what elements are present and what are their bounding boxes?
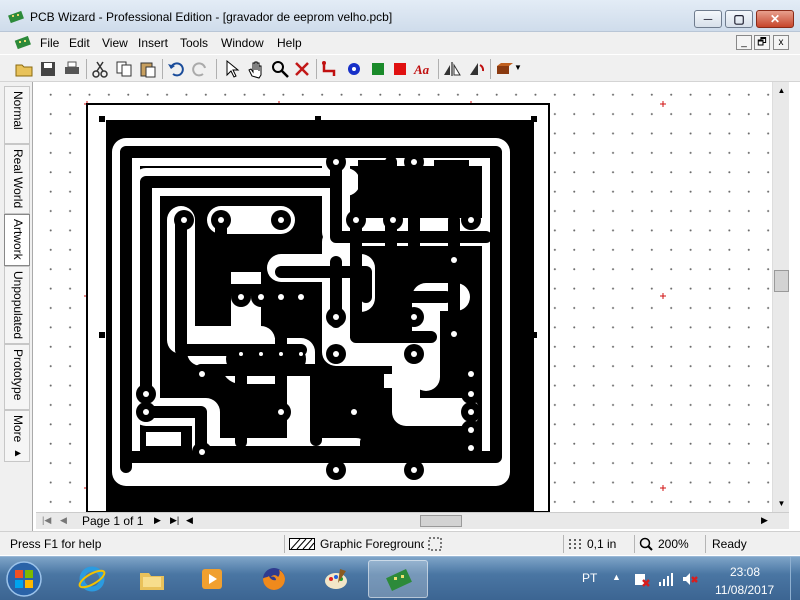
save-icon[interactable] bbox=[38, 59, 58, 79]
window-title: PCB Wizard - Professional Edition - [gra… bbox=[30, 10, 393, 24]
menu-insert[interactable]: Insert bbox=[138, 36, 168, 50]
zoom-status-icon bbox=[639, 537, 653, 551]
clock-time[interactable]: 23:08 bbox=[730, 565, 760, 579]
hatch-fill-icon bbox=[289, 538, 315, 550]
folder-icon bbox=[140, 573, 164, 590]
status-help-text: Press F1 for help bbox=[10, 537, 102, 551]
taskbar-internet-explorer[interactable] bbox=[62, 560, 122, 598]
taskbar-pcb-wizard[interactable] bbox=[368, 560, 428, 598]
action-center-icon[interactable] bbox=[634, 571, 650, 587]
scroll-down-button[interactable]: ▼ bbox=[773, 495, 790, 512]
pcb-artwork bbox=[84, 101, 666, 512]
component-dropdown-icon[interactable]: ▼ bbox=[514, 63, 522, 72]
snap-icon bbox=[428, 537, 442, 551]
pcb-canvas[interactable] bbox=[36, 82, 772, 512]
vertical-scroll-thumb[interactable] bbox=[774, 270, 789, 292]
print-icon[interactable] bbox=[62, 59, 82, 79]
text-icon[interactable]: Aa bbox=[414, 62, 434, 82]
volume-muted-icon[interactable] bbox=[682, 571, 698, 587]
menu-bar: File Edit View Insert Tools Window Help bbox=[0, 32, 800, 54]
scroll-right-button[interactable]: ▶ bbox=[761, 515, 768, 526]
title-bar: PCB Wizard - Professional Edition - [gra… bbox=[0, 0, 800, 32]
status-ready: Ready bbox=[712, 537, 747, 551]
mdi-restore-button[interactable]: 🗗 bbox=[754, 35, 770, 50]
last-page-icon[interactable]: ▶| bbox=[170, 515, 179, 526]
flip-icon[interactable] bbox=[442, 59, 462, 79]
filled-rectangle-icon[interactable] bbox=[390, 59, 410, 79]
delete-icon[interactable] bbox=[292, 59, 312, 79]
menu-edit[interactable]: Edit bbox=[69, 36, 90, 50]
redo-icon[interactable] bbox=[190, 59, 210, 79]
open-folder-icon[interactable] bbox=[14, 59, 34, 79]
select-arrow-icon[interactable] bbox=[222, 59, 242, 79]
menu-window[interactable]: Window bbox=[221, 36, 264, 50]
tab-more[interactable]: More ▸ bbox=[4, 410, 30, 462]
first-page-icon[interactable]: |◀ bbox=[42, 515, 51, 526]
paint-icon bbox=[325, 569, 347, 589]
component-icon[interactable] bbox=[494, 59, 514, 79]
pcb-wizard-app-icon bbox=[8, 10, 24, 24]
horizontal-scroll-thumb[interactable] bbox=[420, 515, 462, 527]
taskbar-paint[interactable] bbox=[306, 560, 366, 598]
paste-icon[interactable] bbox=[138, 59, 158, 79]
menu-file[interactable]: File bbox=[40, 36, 59, 50]
scroll-left-button[interactable]: ◀ bbox=[186, 515, 193, 526]
media-player-icon bbox=[202, 569, 222, 589]
mdi-minimize-button[interactable]: _ bbox=[736, 35, 752, 50]
taskbar-firefox[interactable] bbox=[244, 560, 304, 598]
rotate-icon[interactable] bbox=[466, 59, 486, 79]
next-page-icon[interactable]: ▶ bbox=[154, 515, 161, 526]
track-icon[interactable] bbox=[320, 59, 340, 79]
tab-prototype[interactable]: Prototype bbox=[4, 344, 30, 410]
tray-expand-icon[interactable]: ▲ bbox=[612, 572, 621, 582]
status-grid-size: 0,1 in bbox=[587, 537, 617, 551]
toolbar: Aa ▼ bbox=[0, 55, 800, 82]
start-button[interactable] bbox=[4, 559, 44, 599]
undo-icon[interactable] bbox=[166, 59, 186, 79]
zoom-icon[interactable] bbox=[270, 59, 290, 79]
tab-normal[interactable]: Normal bbox=[4, 86, 30, 144]
horizontal-scrollbar[interactable]: |◀ ◀ Page 1 of 1 ▶ ▶| ◀ ▶ bbox=[36, 512, 789, 529]
maximize-button[interactable]: ▢ bbox=[725, 10, 753, 28]
scroll-up-button[interactable]: ▲ bbox=[773, 82, 790, 99]
internet-explorer-icon bbox=[78, 566, 106, 592]
menu-tools[interactable]: Tools bbox=[180, 36, 208, 50]
tab-artwork[interactable]: Artwork bbox=[4, 214, 30, 266]
vertical-scrollbar[interactable]: ▲ ▼ bbox=[772, 82, 789, 512]
menu-view[interactable]: View bbox=[102, 36, 128, 50]
clock-date[interactable]: 11/08/2017 bbox=[715, 583, 774, 597]
firefox-icon bbox=[263, 568, 285, 590]
previous-page-icon[interactable]: ◀ bbox=[60, 515, 67, 526]
status-zoom: 200% bbox=[658, 537, 689, 551]
page-indicator: Page 1 of 1 bbox=[82, 514, 144, 528]
view-tabs: Normal Real World Artwork Unpopulated Pr… bbox=[0, 82, 33, 532]
show-desktop-button[interactable] bbox=[790, 557, 800, 600]
taskbar-media-player[interactable] bbox=[182, 560, 242, 598]
taskbar: PT ▲ 23:08 11/08/2017 bbox=[0, 556, 800, 600]
rectangle-icon[interactable] bbox=[368, 59, 388, 79]
copy-icon[interactable] bbox=[114, 59, 134, 79]
menu-help[interactable]: Help bbox=[277, 36, 302, 50]
tab-real-world[interactable]: Real World bbox=[4, 144, 30, 214]
pan-hand-icon[interactable] bbox=[246, 59, 266, 79]
cut-icon[interactable] bbox=[90, 59, 110, 79]
language-indicator[interactable]: PT bbox=[582, 571, 597, 585]
minimize-button[interactable]: ─ bbox=[694, 10, 722, 28]
grid-icon bbox=[569, 539, 581, 549]
pcb-wizard-taskbar-icon bbox=[386, 569, 412, 591]
tab-unpopulated[interactable]: Unpopulated bbox=[4, 266, 30, 344]
pad-round-icon[interactable] bbox=[344, 59, 364, 79]
network-icon[interactable] bbox=[658, 571, 674, 587]
status-layer: Graphic Foreground bbox=[320, 537, 424, 551]
close-button[interactable]: ✕ bbox=[756, 10, 794, 28]
mdi-close-button[interactable]: x bbox=[773, 35, 789, 50]
taskbar-file-explorer[interactable] bbox=[122, 560, 182, 598]
status-bar: Press F1 for help Graphic Foreground 0,1… bbox=[0, 531, 800, 555]
document-icon[interactable] bbox=[14, 36, 32, 50]
central-pad-group bbox=[226, 344, 306, 374]
